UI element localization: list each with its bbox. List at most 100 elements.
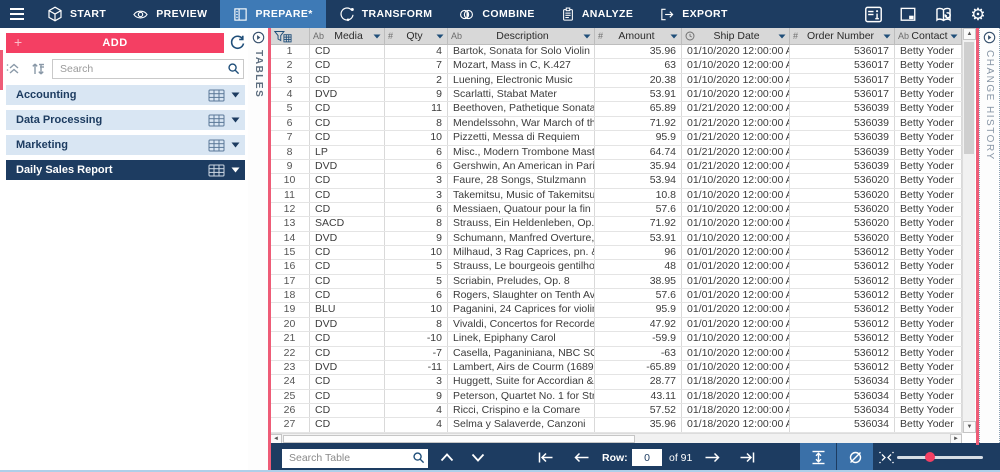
table-cell[interactable]: Scriabin, Preludes, Op. 8 — [448, 274, 595, 289]
table-row[interactable]: 12CD6Messiaen, Quatour pour la fin de te… — [270, 202, 962, 218]
column-menu-icon[interactable] — [670, 34, 678, 39]
table-cell[interactable]: Mozart, Mass in C, K.427 — [448, 59, 595, 73]
table-cell[interactable]: CD — [310, 346, 385, 360]
table-cell[interactable]: 3 — [385, 174, 448, 188]
table-cell[interactable]: Beethoven, Pathetique Sonata, Arau — [448, 102, 595, 116]
column-menu-icon[interactable] — [778, 34, 786, 39]
table-cell[interactable]: Betty Yoder — [895, 159, 962, 174]
left-pane-splitter[interactable] — [268, 28, 271, 472]
table-cell[interactable]: CD — [310, 418, 385, 432]
table-cell[interactable]: 536020 — [790, 188, 895, 202]
table-cell[interactable]: 11 — [385, 102, 448, 116]
table-cell[interactable]: Gershwin, An American in Paris — [448, 159, 595, 174]
table-cell[interactable]: 536012 — [790, 303, 895, 317]
table-row[interactable]: 26 CD 4 Ricci, Crispino e la Comare 57.52 01/… — [270, 403, 962, 419]
table-cell[interactable]: 7 — [385, 59, 448, 73]
tab-preview[interactable]: PREVIEW — [119, 0, 220, 28]
table-cell[interactable]: 01/10/2020 12:00:00 AM — [682, 217, 790, 231]
table-cell[interactable]: CD — [310, 260, 385, 274]
tab-prepare[interactable]: PREPARE* — [220, 0, 326, 28]
table-cell[interactable]: Betty Yoder — [895, 45, 962, 59]
sidebar-splitter-handle[interactable] — [0, 50, 3, 90]
table-cell[interactable]: Casella, Paganiniana, NBC SO — [448, 346, 595, 360]
table-row[interactable]: 27 CD 4 Selma y Salaverde, Canzoni 35.96 01/1… — [270, 418, 962, 433]
table-cell[interactable]: 28.77 — [595, 375, 682, 389]
table-cell[interactable]: Mendelssohn, War March of the Priests — [448, 116, 595, 131]
table-row[interactable]: 22 CD -7 Casella, Paganiniana, NBC SO -63 01/… — [270, 346, 962, 361]
table-cell[interactable]: 536034 — [790, 375, 895, 389]
table-cell[interactable]: DVD — [310, 360, 385, 375]
table-cell[interactable]: 10 — [385, 131, 448, 145]
sidebar-item-marketing[interactable]: Marketing — [6, 135, 245, 155]
row-number-cell[interactable]: 11 — [270, 188, 310, 202]
row-number-cell[interactable]: 18 — [270, 289, 310, 303]
table-cell[interactable]: 35.96 — [595, 418, 682, 432]
column-header-contact[interactable]: Ab Contact — [895, 28, 962, 44]
table-cell[interactable]: 3 — [385, 188, 448, 202]
row-number-cell[interactable]: 20 — [270, 317, 310, 332]
table-cell[interactable]: 95.9 — [595, 303, 682, 317]
table-cell[interactable]: 536034 — [790, 403, 895, 418]
row-number-cell[interactable]: 3 — [270, 73, 310, 88]
table-cell[interactable]: 536017 — [790, 45, 895, 59]
table-cell[interactable]: 01/18/2020 12:00:00 AM — [682, 418, 790, 432]
table-row[interactable]: 23 DVD -11 Lambert, Airs de Courm (1689) -65… — [270, 360, 962, 376]
sidebar-item-accounting[interactable]: Accounting — [6, 85, 245, 105]
table-cell[interactable]: Betty Yoder — [895, 217, 962, 231]
table-cell[interactable]: 2 — [385, 73, 448, 88]
table-row[interactable]: 17 CD 5 Scriabin, Preludes, Op. 8 38.95 01/01… — [270, 274, 962, 290]
table-cell[interactable]: 01/18/2020 12:00:00 AM — [682, 375, 790, 389]
log-info-button[interactable] — [863, 4, 883, 24]
table-cell[interactable]: 96 — [595, 246, 682, 260]
row-number-input[interactable] — [632, 449, 662, 466]
column-header-description[interactable]: Ab Description — [448, 28, 595, 44]
table-cell[interactable]: 01/10/2020 12:00:00 AM — [682, 360, 790, 375]
row-number-cell[interactable]: 2 — [270, 59, 310, 73]
table-cell[interactable]: 8 — [385, 317, 448, 332]
table-cell[interactable]: 57.52 — [595, 403, 682, 418]
row-number-cell[interactable]: 9 — [270, 159, 310, 174]
table-cell[interactable]: 01/10/2020 12:00:00 AM — [682, 88, 790, 102]
table-cell[interactable]: -59.9 — [595, 332, 682, 346]
expand-history-icon[interactable] — [983, 31, 996, 44]
table-cell[interactable]: 9 — [385, 389, 448, 403]
table-cell[interactable]: DVD — [310, 231, 385, 246]
table-cell[interactable]: 4 — [385, 403, 448, 418]
table-cell[interactable]: 35.96 — [595, 45, 682, 59]
table-cell[interactable]: 536034 — [790, 418, 895, 432]
table-cell[interactable]: Linek, Epiphany Carol — [448, 332, 595, 346]
tab-transform[interactable]: TRANSFORM — [326, 0, 446, 28]
table-cell[interactable]: 01/21/2020 12:00:00 AM — [682, 131, 790, 145]
table-row[interactable]: 6CD8Mendelssohn, War March of the Priest… — [270, 116, 962, 132]
table-cell[interactable]: Faure, 28 Songs, Stulzmann — [448, 174, 595, 188]
table-cell[interactable]: 536012 — [790, 360, 895, 375]
table-cell[interactable]: Betty Yoder — [895, 274, 962, 289]
show-nulls-toggle-button[interactable] — [837, 443, 873, 472]
table-cell[interactable]: Betty Yoder — [895, 174, 962, 188]
table-cell[interactable]: Betty Yoder — [895, 88, 962, 102]
row-number-cell[interactable]: 19 — [270, 303, 310, 317]
table-row[interactable]: 9 DVD 6 Gershwin, An American in Paris 35.94… — [270, 159, 962, 175]
column-header-qty[interactable]: # Qty — [385, 28, 448, 44]
tab-combine[interactable]: COMBINE — [445, 0, 547, 28]
table-cell[interactable]: 01/01/2020 12:00:00 AM — [682, 274, 790, 289]
table-cell[interactable]: CD — [310, 246, 385, 260]
table-row[interactable]: 20 DVD 8 Vivaldi, Concertos for Recorder 47.… — [270, 317, 962, 333]
column-header-media[interactable]: Ab Media — [310, 28, 385, 44]
table-cell[interactable]: Betty Yoder — [895, 102, 962, 116]
collapse-all-icon[interactable] — [4, 59, 24, 79]
table-cell[interactable]: 65.89 — [595, 102, 682, 116]
table-cell[interactable]: Strauss, Ein Heldenleben, Op.40 — [448, 217, 595, 231]
table-cell[interactable]: Betty Yoder — [895, 145, 962, 159]
table-cell[interactable]: 01/01/2020 12:00:00 AM — [682, 303, 790, 317]
table-cell[interactable]: -11 — [385, 360, 448, 375]
table-cell[interactable]: Schumann, Manfred Overture, Bav SO — [448, 231, 595, 246]
row-number-cell[interactable]: 25 — [270, 389, 310, 403]
column-header-ship-date[interactable]: Ship Date — [682, 28, 790, 44]
table-cell[interactable]: Betty Yoder — [895, 360, 962, 375]
table-cell[interactable]: 5 — [385, 260, 448, 274]
table-cell[interactable]: 35.94 — [595, 159, 682, 174]
table-cell[interactable]: Strauss, Le bourgeois gentilhomme — [448, 260, 595, 274]
table-row[interactable]: 1 CD 4 Bartok, Sonata for Solo Violin 35.96 0… — [270, 45, 962, 60]
gear-button[interactable]: ⚙ — [968, 4, 988, 24]
